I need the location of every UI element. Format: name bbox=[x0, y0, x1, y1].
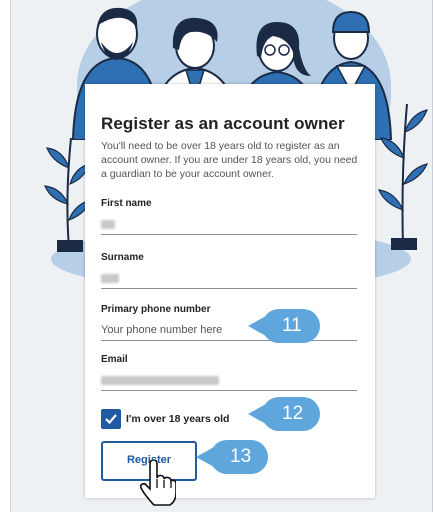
phone-field: Primary phone number Your phone number h… bbox=[101, 304, 357, 341]
callout-badge: 13 bbox=[196, 440, 268, 474]
form-intro: You'll need to be over 18 years old to r… bbox=[101, 140, 358, 180]
checkmark-icon bbox=[105, 414, 117, 425]
email-input[interactable] bbox=[101, 370, 357, 391]
age-checkbox[interactable] bbox=[101, 409, 121, 429]
plant-icon bbox=[378, 103, 429, 250]
callout-badge: 11 bbox=[248, 309, 320, 343]
redacted-text bbox=[101, 376, 219, 385]
hand-pointer-cursor-icon bbox=[140, 460, 176, 506]
surname-label: Surname bbox=[101, 252, 144, 263]
age-checkbox-label: I'm over 18 years old bbox=[126, 413, 230, 425]
form-title: Register as an account owner bbox=[101, 114, 345, 133]
first-name-field: First name bbox=[101, 198, 357, 235]
registration-card: Register as an account owner You'll need… bbox=[85, 84, 375, 498]
phone-label: Primary phone number bbox=[101, 304, 211, 315]
first-name-label: First name bbox=[101, 198, 152, 209]
first-name-input[interactable] bbox=[101, 214, 357, 235]
surname-field: Surname bbox=[101, 252, 357, 289]
surname-input[interactable] bbox=[101, 268, 357, 289]
redacted-text bbox=[101, 220, 115, 229]
callout-badge: 12 bbox=[248, 397, 320, 431]
redacted-text bbox=[101, 274, 119, 283]
email-field: Email bbox=[101, 354, 357, 391]
email-label: Email bbox=[101, 354, 128, 365]
